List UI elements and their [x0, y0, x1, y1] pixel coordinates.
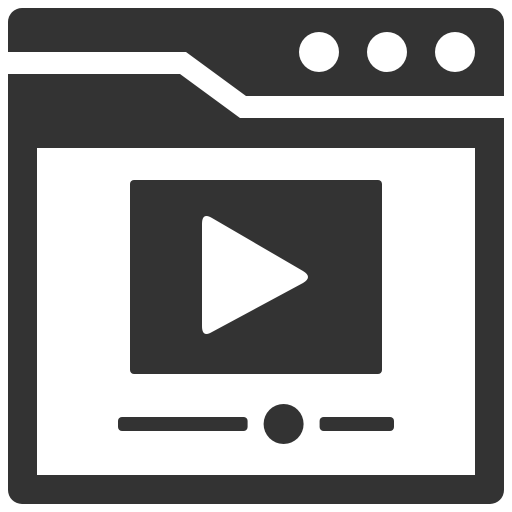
- window-control-dot-2-icon: [367, 32, 407, 72]
- seek-bar-elapsed: [118, 417, 248, 431]
- window-control-dot-1-icon: [299, 32, 339, 72]
- seek-bar-remaining: [319, 417, 394, 431]
- window-control-dot-3-icon: [435, 32, 475, 72]
- video-player-window-icon: [0, 0, 512, 512]
- video-window-svg: [8, 8, 504, 504]
- seek-handle: [263, 404, 304, 444]
